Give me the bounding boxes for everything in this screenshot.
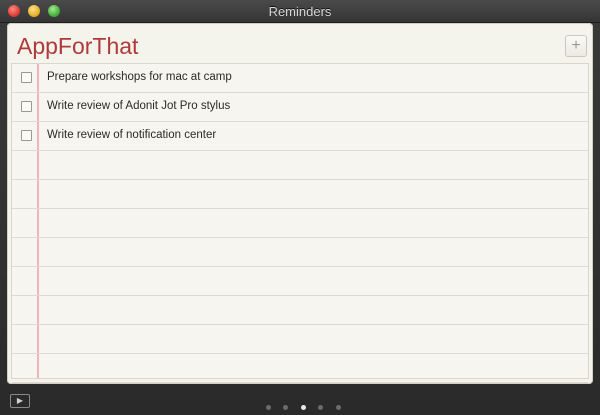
list-title[interactable]: AppForThat [17, 33, 138, 60]
reminders-window: Reminders AppForThat + Prepare workshops… [0, 0, 600, 415]
reminder-list-page: AppForThat + Prepare workshops for mac a… [7, 23, 593, 384]
empty-row[interactable] [12, 296, 588, 325]
empty-row[interactable] [12, 151, 588, 180]
page-dot[interactable] [318, 405, 324, 410]
page-dot-active[interactable] [300, 405, 306, 410]
reminder-checkbox[interactable] [21, 101, 32, 112]
reminder-row[interactable]: Prepare workshops for mac at camp [12, 64, 588, 93]
reminder-label[interactable]: Write review of notification center [47, 129, 216, 141]
reminder-label[interactable]: Prepare workshops for mac at camp [47, 71, 232, 83]
empty-row[interactable] [12, 325, 588, 354]
reminder-checkbox[interactable] [21, 72, 32, 83]
window-title: Reminders [268, 4, 332, 19]
reminder-row[interactable]: Write review of Adonit Jot Pro stylus [12, 93, 588, 122]
reminder-row[interactable]: Write review of notification center [12, 122, 588, 151]
empty-row[interactable] [12, 267, 588, 296]
plus-icon: + [571, 37, 581, 54]
page-dot[interactable] [335, 405, 341, 410]
add-reminder-button[interactable]: + [565, 35, 587, 57]
sidebar-toggle-icon: ▶ [16, 396, 24, 405]
page-indicator [266, 397, 349, 415]
reminder-list[interactable]: Prepare workshops for mac at camp Write … [11, 63, 589, 383]
page-dot[interactable] [266, 405, 271, 410]
empty-row[interactable] [12, 180, 588, 209]
reminder-label[interactable]: Write review of Adonit Jot Pro stylus [47, 100, 230, 112]
empty-row[interactable] [12, 238, 588, 267]
empty-row[interactable] [12, 209, 588, 238]
reminder-checkbox[interactable] [21, 130, 32, 141]
page-dot[interactable] [283, 405, 289, 410]
show-hide-sidebar-button[interactable]: ▶ [10, 394, 30, 408]
empty-row[interactable] [12, 354, 588, 383]
bottom-toolbar: ▶ [0, 386, 600, 415]
title-bar[interactable]: Reminders [0, 0, 600, 23]
